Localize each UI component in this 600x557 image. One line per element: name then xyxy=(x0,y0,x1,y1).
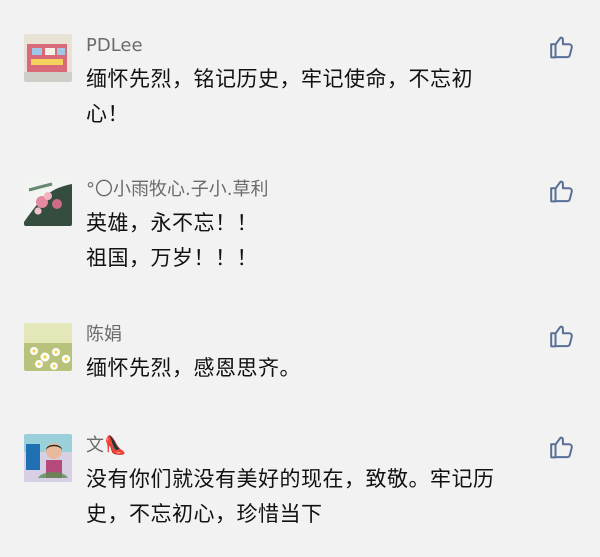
avatar[interactable] xyxy=(24,323,72,371)
comment-text: 缅怀先烈，感恩思齐。 xyxy=(86,356,301,380)
thumbs-up-icon[interactable] xyxy=(549,434,575,460)
lego-toy-avatar-image xyxy=(24,34,72,82)
thumbs-up-icon[interactable] xyxy=(549,323,575,349)
comment-text: 英雄，永不忘！！ 祖国，万岁！！！ xyxy=(86,211,258,270)
thumbs-up-icon[interactable] xyxy=(549,178,575,204)
comment-text: 没有你们就没有美好的现在，致敬。牢记历 史，不忘初心，珍惜当下 xyxy=(86,467,495,526)
thumbs-up-icon[interactable] xyxy=(549,34,575,60)
flowers-avatar-image xyxy=(24,178,72,226)
daisies-avatar-image xyxy=(24,323,72,371)
avatar[interactable] xyxy=(24,178,72,226)
child-photo-avatar-image xyxy=(24,434,72,482)
commenter-name: °〇小雨牧心.子小.草利 xyxy=(86,179,269,200)
comment-text: 缅怀先烈，铭记历史，牢记使命，不忘初 心！ xyxy=(86,67,473,126)
commenter-name: 文👠 xyxy=(86,435,127,456)
commenter-name: 陈娟 xyxy=(86,324,122,345)
avatar[interactable] xyxy=(24,434,72,482)
comments-page: PDLee 缅怀先烈，铭记历史，牢记使命，不忘初 心！ °〇小雨牧心.子小.草利 xyxy=(0,0,600,557)
commenter-name: PDLee xyxy=(86,35,143,56)
avatar[interactable] xyxy=(24,34,72,82)
